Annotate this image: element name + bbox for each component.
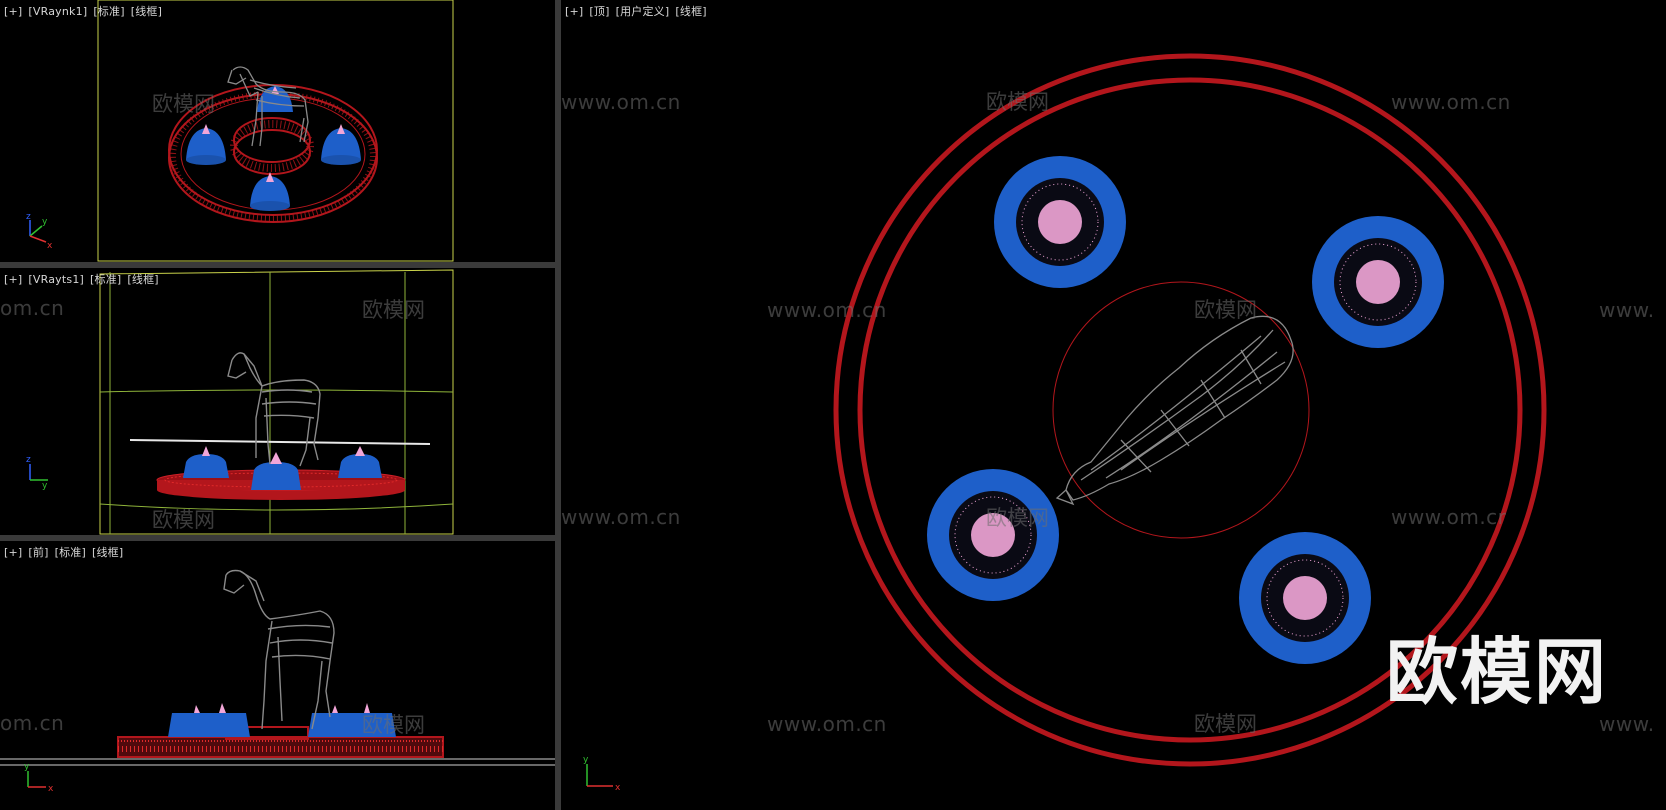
viewport-scene: y x: [583, 53, 1547, 793]
viewport-menu-plus[interactable]: [+]: [4, 273, 22, 286]
viewport-display-wireframe[interactable]: [线框]: [92, 546, 123, 559]
viewport-display-wireframe[interactable]: [线框]: [127, 273, 158, 286]
axis-x-label: x: [47, 241, 53, 251]
viewport-scene: z y x: [26, 0, 454, 262]
viewport-vrayts1[interactable]: [+] [VRayts1] [标准] [线框] z y om.cn 欧模网 欧模…: [0, 268, 555, 535]
viewport-label[interactable]: [+] [前] [标准] [线框]: [4, 544, 129, 560]
pedestal-ring: [230, 117, 314, 175]
viewport-shading-user[interactable]: [用户定义]: [616, 5, 670, 18]
horse-sculpture: [227, 352, 321, 467]
viewport-menu-plus[interactable]: [+]: [4, 546, 22, 559]
viewport-scene: z y: [26, 269, 454, 535]
axis-x-label: x: [615, 783, 621, 793]
viewport-front[interactable]: [+] [前] [标准] [线框] y x om.cn 欧模网: [0, 541, 555, 810]
axis-gizmo: y x: [24, 762, 54, 794]
viewport-camera-name[interactable]: [VRayts1]: [28, 273, 84, 286]
viewport-top[interactable]: [+] [顶] [用户定义] [线框] y x www.om.cn 欧模网 ww…: [561, 0, 1666, 810]
viewport-label[interactable]: [+] [顶] [用户定义] [线框]: [565, 3, 713, 19]
horse-sculpture: [1055, 315, 1294, 506]
axis-y-label: y: [583, 755, 589, 765]
viewport-menu-plus[interactable]: [+]: [4, 5, 22, 18]
axis-z-label: z: [26, 212, 31, 222]
viewport-label[interactable]: [+] [VRaynk1] [标准] [线框]: [4, 3, 168, 19]
axis-gizmo: z y: [26, 455, 48, 491]
viewport-label[interactable]: [+] [VRayts1] [标准] [线框]: [4, 271, 165, 287]
axis-y-label: y: [42, 217, 48, 227]
viewport-shading-standard[interactable]: [标准]: [55, 546, 86, 559]
viewport-view-name[interactable]: [前]: [28, 546, 48, 559]
axis-gizmo: z y x: [26, 212, 53, 251]
3dsmax-workspace: [+] [VRaynk1] [标准] [线框] z y x 欧模网 [+] [V…: [0, 0, 1666, 810]
fountain-basin-2: [1312, 216, 1444, 348]
axis-y-label: y: [24, 762, 30, 772]
fountain-basin-1: [994, 156, 1126, 288]
axis-z-label: z: [26, 455, 31, 465]
viewport-vraynk1[interactable]: [+] [VRaynk1] [标准] [线框] z y x 欧模网: [0, 0, 555, 262]
axis-x-label: x: [48, 784, 54, 794]
viewport-menu-plus[interactable]: [+]: [565, 5, 583, 18]
viewport-display-wireframe[interactable]: [线框]: [675, 5, 706, 18]
viewport-shading-standard[interactable]: [标准]: [90, 273, 121, 286]
fountain-basin-4: [1239, 532, 1371, 664]
axis-y-label: y: [42, 481, 48, 491]
viewport-display-wireframe[interactable]: [线框]: [131, 5, 162, 18]
axis-gizmo: y x: [583, 755, 621, 793]
horse-sculpture: [223, 569, 335, 730]
viewport-shading-standard[interactable]: [标准]: [93, 5, 124, 18]
viewport-camera-name[interactable]: [VRaynk1]: [28, 5, 87, 18]
fountain-basin-3: [927, 469, 1059, 601]
fountain-ring-outer: [833, 53, 1547, 767]
viewport-scene: y x: [0, 569, 555, 794]
horizon-line: [129, 439, 431, 445]
viewport-view-name[interactable]: [顶]: [589, 5, 609, 18]
